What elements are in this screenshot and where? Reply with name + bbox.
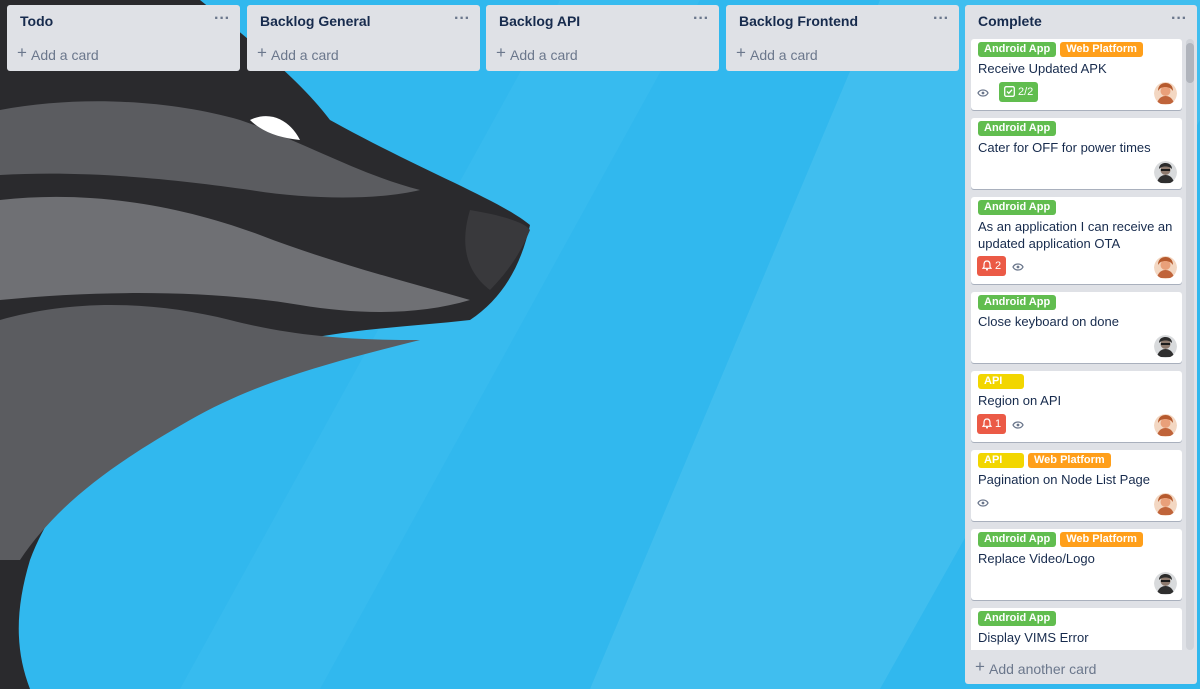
- member-avatar[interactable]: [1154, 161, 1177, 184]
- list-header: Todo ···: [7, 5, 240, 37]
- add-card-label: Add a card: [31, 47, 99, 63]
- due-badge[interactable]: 1: [977, 414, 1007, 434]
- plus-icon: +: [736, 43, 746, 62]
- bell-icon: [981, 418, 995, 430]
- card[interactable]: Android App Close keyboard on done: [971, 292, 1182, 363]
- card[interactable]: Android App As an application I can recei…: [971, 197, 1182, 284]
- card-labels: API Web Platform: [978, 453, 1115, 469]
- card-label[interactable]: Android App: [978, 532, 1057, 547]
- eye-icon: [1012, 259, 1026, 273]
- list-title[interactable]: Backlog API: [499, 13, 580, 29]
- list-menu-icon[interactable]: ···: [933, 10, 949, 28]
- list-scrollbar[interactable]: [1186, 39, 1194, 650]
- eye-icon: [977, 495, 991, 509]
- eye-icon: [1012, 417, 1026, 431]
- card-badges: [977, 493, 999, 513]
- card[interactable]: Android App Display VIMS Error: [971, 608, 1182, 650]
- add-card-button[interactable]: + Add a card: [726, 37, 959, 71]
- list-backlog-api: Backlog API ··· + Add a card: [486, 5, 719, 71]
- member-avatar[interactable]: [1154, 414, 1177, 437]
- add-card-label: Add a card: [510, 47, 578, 63]
- add-card-label: Add another card: [989, 661, 1097, 677]
- list-backlog-frontend: Backlog Frontend ··· + Add a card: [726, 5, 959, 71]
- card-title: Pagination on Node List Page: [978, 472, 1151, 487]
- card-label[interactable]: API: [978, 453, 1024, 468]
- card-label[interactable]: Web Platform: [1060, 42, 1143, 57]
- add-card-label: Add a card: [750, 47, 818, 63]
- add-card-button[interactable]: + Add a card: [7, 37, 240, 71]
- card-badges: 2/2: [977, 82, 1039, 102]
- add-card-button[interactable]: + Add a card: [486, 37, 719, 71]
- card[interactable]: Android App Web Platform Replace Video/Log…: [971, 529, 1182, 600]
- card-labels: Android App: [978, 200, 1060, 216]
- card-title: Region on API: [978, 393, 1062, 408]
- card-label[interactable]: Android App: [978, 295, 1057, 310]
- eye-icon: [977, 85, 991, 99]
- card-label[interactable]: Android App: [978, 121, 1057, 136]
- due-count: 2: [995, 260, 1002, 272]
- card-labels: Android App Web Platform: [978, 532, 1147, 548]
- card-labels: Android App: [978, 295, 1060, 311]
- card-labels: Android App Web Platform: [978, 42, 1147, 58]
- list-header: Backlog API ···: [486, 5, 719, 37]
- card-label[interactable]: Web Platform: [1060, 532, 1143, 547]
- bell-icon: [981, 260, 995, 272]
- list-menu-icon[interactable]: ···: [693, 10, 709, 28]
- list-header: Complete ···: [965, 5, 1197, 37]
- member-avatar[interactable]: [1154, 335, 1177, 358]
- card-title: Replace Video/Logo: [978, 551, 1095, 566]
- plus-icon: +: [496, 43, 506, 62]
- list-complete: Complete ··· Android App Web Platform Rece…: [965, 5, 1197, 684]
- member-avatar[interactable]: [1154, 572, 1177, 595]
- plus-icon: +: [975, 657, 985, 676]
- card-label[interactable]: API: [978, 374, 1024, 389]
- card[interactable]: Android App Cater for OFF for power times: [971, 118, 1182, 189]
- card[interactable]: API Web Platform Pagination on Node List P…: [971, 450, 1182, 521]
- list-header: Backlog Frontend ···: [726, 5, 959, 37]
- checklist-count: 2/2: [1018, 86, 1034, 98]
- plus-icon: +: [257, 43, 267, 62]
- add-card-label: Add a card: [271, 47, 339, 63]
- card[interactable]: Android App Web Platform Receive Updated A…: [971, 39, 1182, 110]
- list-backlog-general: Backlog General ··· + Add a card: [247, 5, 480, 71]
- card-labels: Android App: [978, 121, 1060, 137]
- card-badges: 2: [977, 256, 1034, 276]
- scrollbar-thumb[interactable]: [1186, 43, 1194, 83]
- list-header: Backlog General ···: [247, 5, 480, 37]
- list-todo: Todo ··· + Add a card: [7, 5, 240, 71]
- member-avatar[interactable]: [1154, 256, 1177, 279]
- card-title: Receive Updated APK: [978, 61, 1107, 76]
- list-title[interactable]: Todo: [20, 13, 53, 29]
- list-title[interactable]: Backlog General: [260, 13, 371, 29]
- card-list: Android App Web Platform Receive Updated A…: [971, 39, 1184, 650]
- member-avatar[interactable]: [1154, 493, 1177, 516]
- due-count: 1: [995, 418, 1002, 430]
- card[interactable]: API Region on API 1: [971, 371, 1182, 442]
- list-menu-icon[interactable]: ···: [454, 10, 470, 28]
- card-badges: 1: [977, 414, 1034, 434]
- checklist-badge[interactable]: 2/2: [999, 82, 1039, 102]
- list-title[interactable]: Backlog Frontend: [739, 13, 858, 29]
- card-label[interactable]: Web Platform: [1028, 453, 1111, 468]
- checkbox-icon: [1004, 86, 1018, 98]
- card-label[interactable]: Android App: [978, 611, 1057, 626]
- add-another-card-button[interactable]: + Add another card: [965, 652, 1197, 684]
- card-title: Cater for OFF for power times: [978, 140, 1151, 155]
- card-labels: Android App: [978, 611, 1060, 627]
- plus-icon: +: [17, 43, 27, 62]
- list-menu-icon[interactable]: ···: [1171, 10, 1187, 28]
- card-label[interactable]: Android App: [978, 42, 1057, 57]
- due-badge[interactable]: 2: [977, 256, 1007, 276]
- card-title: As an application I can receive an updat…: [978, 219, 1173, 251]
- card-title: Display VIMS Error: [978, 630, 1089, 645]
- card-labels: API: [978, 374, 1028, 390]
- member-avatar[interactable]: [1154, 82, 1177, 105]
- add-card-button[interactable]: + Add a card: [247, 37, 480, 71]
- list-menu-icon[interactable]: ···: [214, 10, 230, 28]
- list-title[interactable]: Complete: [978, 13, 1042, 29]
- card-label[interactable]: Android App: [978, 200, 1057, 215]
- card-title: Close keyboard on done: [978, 314, 1119, 329]
